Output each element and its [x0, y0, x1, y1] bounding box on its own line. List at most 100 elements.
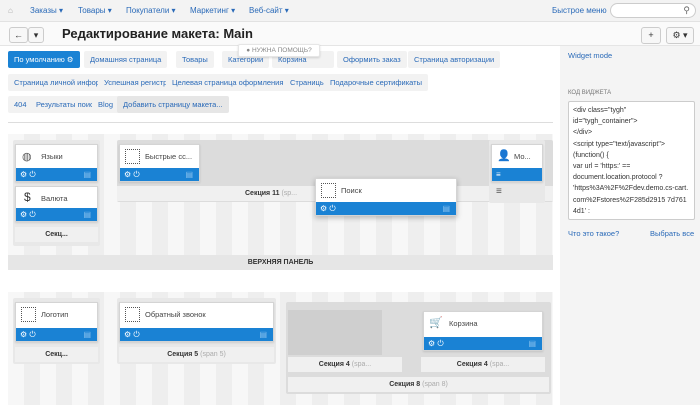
- gear-icon[interactable]: ⚙: [124, 330, 131, 339]
- tab-gift-certificates[interactable]: Подарочные сертификаты: [324, 74, 429, 91]
- block-name: Обратный звонок: [145, 310, 206, 319]
- gear-icon[interactable]: ⚙: [320, 204, 327, 213]
- power-icon[interactable]: ⏻: [29, 210, 35, 219]
- divider: [8, 122, 553, 123]
- widget-mode-link[interactable]: Widget mode: [568, 51, 612, 60]
- block-name: Корзина: [449, 319, 478, 328]
- tab-blog[interactable]: Blog: [92, 96, 120, 113]
- block-cart[interactable]: 🛒 Корзина ⚙ ⏻ ▤: [423, 311, 543, 351]
- gear-icon[interactable]: ⚙: [428, 339, 435, 348]
- block-name: Быстрые сс...: [145, 152, 193, 161]
- block-name: Валюта: [41, 194, 68, 203]
- section-name: Секция 5: [167, 351, 199, 358]
- section-name: Секция 8: [389, 381, 421, 388]
- block-name: Мо...: [514, 152, 531, 161]
- placeholder-icon: [125, 149, 140, 164]
- trash-icon[interactable]: ▤: [442, 202, 450, 215]
- trash-icon[interactable]: ▤: [528, 337, 536, 350]
- settings-button[interactable]: ⚙ ▾: [666, 27, 694, 44]
- trash-icon[interactable]: ▤: [259, 328, 267, 341]
- tab-products[interactable]: Товары: [176, 51, 214, 68]
- power-icon[interactable]: ⏻: [133, 330, 139, 339]
- block-logo[interactable]: Логотип ⚙ ⏻ ▤: [15, 302, 98, 342]
- nav-website[interactable]: Веб-сайт ▾: [249, 6, 289, 15]
- section-name: Секция 11: [245, 190, 280, 197]
- block-toolbar: ≡: [492, 168, 542, 181]
- gear-icon[interactable]: ⚙: [20, 330, 27, 339]
- back-dropdown-button[interactable]: ▾: [28, 27, 44, 43]
- list-icon[interactable]: ≡: [496, 186, 502, 197]
- cart-icon: 🛒: [429, 317, 443, 329]
- quick-menu-link[interactable]: Быстрое меню: [552, 6, 607, 15]
- power-icon[interactable]: ⏻: [329, 204, 335, 213]
- block-toolbar: ⚙ ⏻ ▤: [424, 337, 542, 350]
- section-label: Секция 4 (spa...: [421, 357, 545, 372]
- section-label: Секция 4 (spa...: [288, 357, 402, 372]
- power-icon[interactable]: ⏻: [29, 330, 35, 339]
- section-label: Секц...: [15, 227, 98, 242]
- nav-products[interactable]: Товары ▾: [78, 6, 112, 15]
- power-icon[interactable]: ⏻: [437, 339, 443, 348]
- section-label: Секция 5 (span 5): [119, 347, 274, 362]
- section-label: Секция 8 (span 8): [288, 377, 549, 392]
- help-popup[interactable]: ● НУЖНА ПОМОЩЬ?: [238, 44, 320, 57]
- help-label: НУЖНА ПОМОЩЬ?: [251, 47, 312, 54]
- nav-customers[interactable]: Покупатели ▾: [126, 6, 176, 15]
- block-name: Поиск: [341, 186, 362, 195]
- section-span: (sp...: [281, 190, 298, 197]
- list-icon[interactable]: ≡: [496, 170, 501, 179]
- trash-icon[interactable]: ▤: [83, 168, 91, 181]
- tab-login[interactable]: Страница авторизации: [408, 51, 501, 68]
- block-toolbar: ⚙ ⏻ ▤: [16, 208, 97, 221]
- gear-icon[interactable]: ⚙: [20, 170, 27, 179]
- page-title: Редактирование макета: Main: [62, 26, 253, 41]
- section-span: (spa...: [351, 361, 372, 368]
- back-button[interactable]: ←: [9, 27, 28, 43]
- add-button[interactable]: +: [641, 27, 661, 44]
- gear-icon[interactable]: ⚙: [124, 170, 131, 179]
- trash-icon[interactable]: ▤: [185, 168, 193, 181]
- home-icon[interactable]: ⌂: [8, 6, 13, 15]
- block-callback[interactable]: Обратный звонок ⚙ ⏻ ▤: [119, 302, 274, 342]
- block-currency[interactable]: $ Валюта ⚙ ⏻ ▤: [15, 186, 98, 222]
- block-toolbar: ⚙ ⏻ ▤: [16, 328, 97, 341]
- widget-code-label: КОД ВИДЖЕТА: [568, 90, 612, 96]
- sidebar: [560, 46, 700, 405]
- block-name: Языки: [41, 152, 63, 161]
- block-quick-links[interactable]: Быстрые сс... ⚙ ⏻ ▤: [119, 144, 200, 182]
- search-icon: ⚲: [683, 5, 690, 15]
- block-my-account[interactable]: 👤 Мо... ≡: [491, 144, 543, 182]
- block-toolbar: ⚙ ⏻ ▤: [316, 202, 456, 215]
- search-input[interactable]: ⚲: [610, 3, 696, 18]
- add-layout-page-button[interactable]: Добавить страницу макета...: [117, 96, 229, 113]
- block-name: Логотип: [41, 310, 69, 319]
- block-search-dragging[interactable]: Поиск ⚙ ⏻ ▤: [315, 178, 457, 216]
- section-name: Секция 4: [456, 361, 488, 368]
- power-icon[interactable]: ⏻: [133, 170, 139, 179]
- placeholder-icon: [21, 307, 36, 322]
- top-panel-title: ВЕРХНЯЯ ПАНЕЛЬ: [8, 255, 553, 270]
- widget-code-textarea[interactable]: <div class="tygh" id="tygh_container"> <…: [568, 101, 695, 220]
- select-all-link[interactable]: Выбрать все: [650, 229, 694, 238]
- power-icon[interactable]: ⏻: [29, 170, 35, 179]
- section-label: Секц...: [15, 347, 98, 362]
- block-toolbar: ⚙ ⏻ ▤: [16, 168, 97, 181]
- section-span: (spa...: [489, 361, 510, 368]
- trash-icon[interactable]: ▤: [83, 328, 91, 341]
- section-4-empty: [288, 310, 382, 355]
- tab-404[interactable]: 404: [8, 96, 33, 113]
- gear-icon[interactable]: ⚙: [20, 210, 27, 219]
- nav-marketing[interactable]: Маркетинг ▾: [190, 6, 235, 15]
- placeholder-icon: [125, 307, 140, 322]
- section-name: Секция 4: [318, 361, 350, 368]
- section-span: (span 5): [200, 351, 226, 358]
- nav-orders[interactable]: Заказы ▾: [30, 6, 63, 15]
- user-icon: 👤: [497, 150, 511, 162]
- trash-icon[interactable]: ▤: [83, 208, 91, 221]
- block-languages[interactable]: ◍ Языки ⚙ ⏻ ▤: [15, 144, 98, 182]
- placeholder-icon: [321, 183, 336, 198]
- tab-default[interactable]: По умолчанию ⚙: [8, 51, 80, 68]
- what-is-this-link[interactable]: Что это такое?: [568, 229, 619, 238]
- tab-checkout[interactable]: Оформить заказ: [337, 51, 407, 68]
- tab-home[interactable]: Домашняя страница: [84, 51, 168, 68]
